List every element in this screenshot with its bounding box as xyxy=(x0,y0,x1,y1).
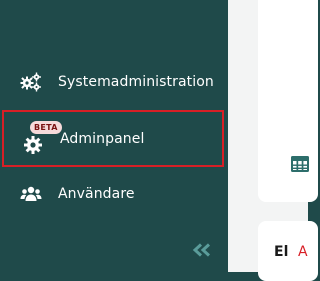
sidebar: Systemadministration BETA Adminpanel Anv… xyxy=(0,0,228,272)
card-heading-text: El xyxy=(274,244,289,260)
double-chevron-left-icon xyxy=(192,242,212,261)
main-content: El A xyxy=(228,0,318,281)
card-link-text[interactable]: A xyxy=(298,244,308,260)
sidebar-item-systemadministration[interactable]: Systemadministration xyxy=(0,54,228,110)
sidebar-item-label: Användare xyxy=(58,186,135,202)
sidebar-item-label: Adminpanel xyxy=(60,130,145,147)
users-icon xyxy=(20,183,42,205)
collapse-sidebar-button[interactable] xyxy=(190,241,214,261)
beta-badge: BETA xyxy=(30,121,62,134)
gear-icon xyxy=(22,134,44,156)
gears-icon xyxy=(20,71,42,93)
sidebar-item-anvandare[interactable]: Användare xyxy=(0,166,228,222)
table-icon[interactable] xyxy=(290,154,310,174)
sidebar-item-adminpanel[interactable]: BETA Adminpanel xyxy=(2,110,224,167)
sidebar-item-label: Systemadministration xyxy=(58,74,214,90)
